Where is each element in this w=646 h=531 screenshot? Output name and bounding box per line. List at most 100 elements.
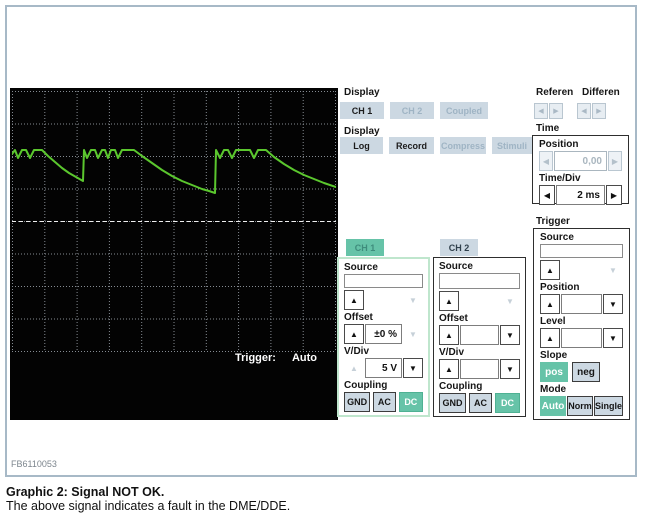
time-section-label: Time <box>536 123 559 134</box>
display-ch2-button: CH 2 <box>390 102 434 119</box>
up-arrow-icon: ▲ <box>546 300 554 309</box>
mode-single-button[interactable]: Single <box>594 396 623 416</box>
mode-auto-button[interactable]: Auto <box>540 396 566 416</box>
trigger-source-label: Source <box>540 232 623 243</box>
differential-next-button: ▶ <box>592 103 606 119</box>
ch2-offset-row: ▲ ▼ <box>439 325 520 345</box>
stimuli-button: Stimuli <box>492 137 532 154</box>
trigger-level-up-button[interactable]: ▲ <box>540 328 560 348</box>
ch1-coupling-label: Coupling <box>344 380 423 391</box>
ch1-offset-label: Offset <box>344 312 423 323</box>
trigger-mode-row: Auto Norm Single <box>540 396 623 416</box>
down-arrow-icon: ▼ <box>409 296 417 305</box>
ch2-source-input[interactable] <box>439 273 520 289</box>
trigger-position-row: ▲ ▼ <box>540 294 623 314</box>
trigger-slope-row: pos neg <box>540 362 623 382</box>
differential-arrows: ◀ ▶ <box>577 103 606 119</box>
down-arrow-icon: ▼ <box>506 331 514 340</box>
compress-button: Compress <box>440 137 486 154</box>
up-arrow-icon: ▲ <box>445 365 453 374</box>
ch1-tab[interactable]: CH 1 <box>346 239 384 256</box>
caption-title: Graphic 2: Signal NOT OK. <box>6 485 290 499</box>
trigger-position-up-button[interactable]: ▲ <box>540 294 560 314</box>
slope-neg-button[interactable]: neg <box>572 362 600 382</box>
ch1-offset-up-button[interactable]: ▲ <box>344 324 364 344</box>
ch2-offset-up-button[interactable]: ▲ <box>439 325 459 345</box>
trigger-status-label: Trigger: <box>235 352 276 364</box>
ch1-source-up-button[interactable]: ▲ <box>344 290 364 310</box>
mode-norm-button[interactable]: Norm <box>567 396 593 416</box>
ch2-ac-button[interactable]: AC <box>469 393 492 413</box>
timediv-decrement-button[interactable]: ◀ <box>539 185 555 205</box>
record-button[interactable]: Record <box>389 137 434 154</box>
ch2-coupling-row: GND AC DC <box>439 393 520 413</box>
oscilloscope-display: Trigger: Auto <box>10 88 338 420</box>
trigger-status: Trigger: Auto <box>235 352 317 364</box>
display-ch1-button[interactable]: CH 1 <box>340 102 384 119</box>
ch2-vdiv-label: V/Div <box>439 347 520 358</box>
ch2-source-label: Source <box>439 261 520 272</box>
ch2-source-down-button: ▼ <box>500 291 520 311</box>
trigger-position-down-button[interactable]: ▼ <box>603 294 623 314</box>
left-arrow-icon: ◀ <box>543 157 549 166</box>
ch2-offset-value <box>460 325 499 345</box>
left-arrow-icon: ◀ <box>544 191 550 200</box>
right-arrow-icon: ▶ <box>612 157 618 166</box>
ch2-tab[interactable]: CH 2 <box>440 239 478 256</box>
trigger-slope-label: Slope <box>540 350 623 361</box>
ch1-source-label: Source <box>344 262 423 273</box>
trigger-source-input[interactable] <box>540 244 623 258</box>
ch2-vdiv-value <box>460 359 499 379</box>
ch1-dc-button[interactable]: DC <box>399 392 423 412</box>
down-arrow-icon: ▼ <box>506 297 514 306</box>
trigger-level-row: ▲ ▼ <box>540 328 623 348</box>
time-box: Position ◀ 0,00 ▶ Time/Div ◀ 2 ms ▶ <box>532 135 629 204</box>
ch1-ac-button[interactable]: AC <box>373 392 395 412</box>
ch2-dc-button[interactable]: DC <box>495 393 520 413</box>
up-arrow-icon: ▲ <box>445 331 453 340</box>
time-position-increment-button: ▶ <box>608 151 622 171</box>
ch1-offset-down-button: ▼ <box>403 324 423 344</box>
trigger-status-value: Auto <box>292 352 317 364</box>
down-arrow-icon: ▼ <box>409 330 417 339</box>
diagnostic-frame: Trigger: Auto Display CH 1 CH 2 Coupled … <box>5 5 637 477</box>
ch2-vdiv-down-button[interactable]: ▼ <box>500 359 520 379</box>
display-modes-row: Log Record Compress Stimuli <box>340 137 532 154</box>
display-channels-row: CH 1 CH 2 Coupled <box>340 102 488 119</box>
ch1-source-input[interactable] <box>344 274 423 288</box>
differential-label: Differen <box>582 87 620 98</box>
display-modes-label: Display <box>344 126 380 137</box>
slope-pos-button[interactable]: pos <box>540 362 568 382</box>
ch1-offset-row: ▲ ±0 % ▼ <box>344 324 423 344</box>
trigger-box: Source ▲ ▼ Position ▲ ▼ Level ▲ ▼ Slope … <box>533 228 630 420</box>
trigger-source-up-button[interactable]: ▲ <box>540 260 560 280</box>
ch2-offset-label: Offset <box>439 313 520 324</box>
up-arrow-icon: ▲ <box>445 297 453 306</box>
differential-prev-button: ◀ <box>577 103 591 119</box>
left-arrow-icon: ◀ <box>538 107 543 115</box>
ch1-gnd-button[interactable]: GND <box>344 392 370 412</box>
right-arrow-icon: ▶ <box>611 191 617 200</box>
reference-prev-button: ◀ <box>534 103 548 119</box>
ch1-source-spinner: ▲ ▼ <box>344 290 423 310</box>
ch1-offset-value: ±0 % <box>365 324 402 344</box>
right-arrow-icon: ▶ <box>553 107 558 115</box>
time-position-label: Position <box>539 139 622 150</box>
timediv-value: 2 ms <box>556 185 605 205</box>
ch1-vdiv-down-button[interactable]: ▼ <box>403 358 423 378</box>
ch2-gnd-button[interactable]: GND <box>439 393 466 413</box>
ch1-source-down-button: ▼ <box>403 290 423 310</box>
trigger-level-down-button[interactable]: ▼ <box>603 328 623 348</box>
ch2-source-up-button[interactable]: ▲ <box>439 291 459 311</box>
trigger-mode-label: Mode <box>540 384 623 395</box>
trigger-level-label: Level <box>540 316 623 327</box>
caption: Graphic 2: Signal NOT OK. The above sign… <box>6 485 290 513</box>
timediv-increment-button[interactable]: ▶ <box>606 185 622 205</box>
time-position-row: ◀ 0,00 ▶ <box>539 151 622 171</box>
ch1-panel: Source ▲ ▼ Offset ▲ ±0 % ▼ V/Div ▲ 5 V ▼… <box>337 257 430 417</box>
ch1-vdiv-value: 5 V <box>365 358 402 378</box>
log-button[interactable]: Log <box>340 137 383 154</box>
ch2-vdiv-up-button[interactable]: ▲ <box>439 359 459 379</box>
right-arrow-icon: ▶ <box>596 107 601 115</box>
ch2-offset-down-button[interactable]: ▼ <box>500 325 520 345</box>
